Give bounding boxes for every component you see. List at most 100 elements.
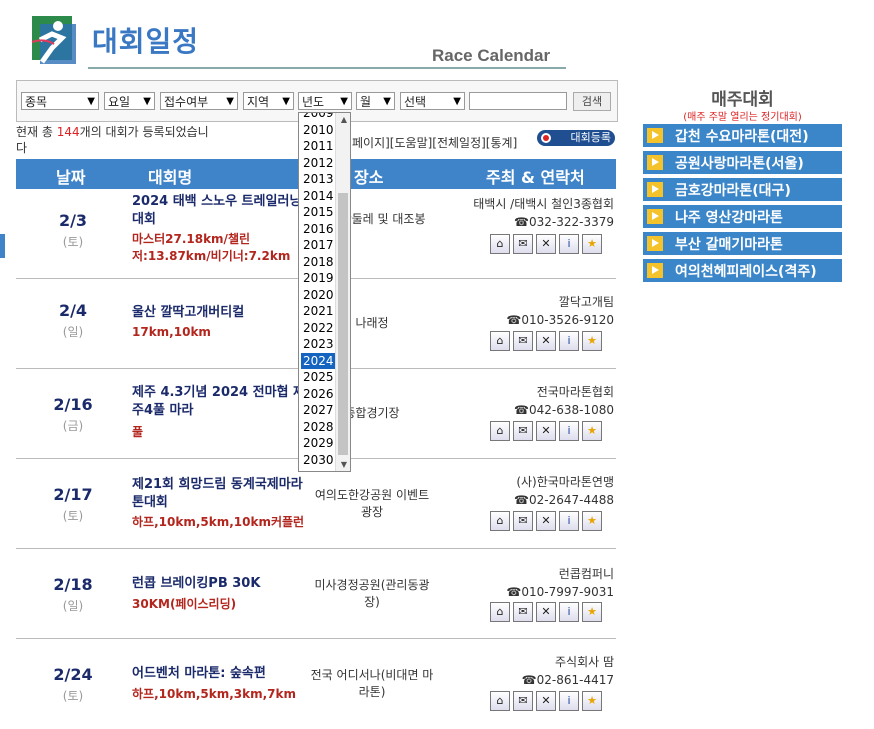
year-option[interactable]: 2029 — [301, 435, 337, 452]
event-name[interactable]: 울산 깔딱고개버티컬 — [132, 304, 310, 322]
event-date: 2/3 — [58, 211, 88, 230]
nav-links[interactable]: 페이지][도움말][전체일정][통계] — [352, 134, 517, 151]
registration-select[interactable]: 접수여부 ▼ — [160, 92, 238, 110]
year-option[interactable]: 2024 — [301, 352, 337, 369]
year-option[interactable]: 2015 — [301, 204, 337, 221]
tools-icon[interactable]: ✕ — [536, 331, 556, 351]
header-venue: 장소 — [354, 168, 384, 187]
info-icon[interactable]: i — [559, 234, 579, 254]
mail-icon[interactable]: ✉ — [513, 691, 533, 711]
event-count-status: 현재 총 144개의 대회가 등록되었습니 다 — [16, 125, 209, 155]
year-option[interactable]: 2014 — [301, 188, 337, 205]
header-organizer: 주최 & 연락처 — [486, 168, 585, 187]
title-divider — [88, 67, 566, 69]
header-name: 대회명 — [148, 168, 193, 187]
scroll-down-icon[interactable]: ▼ — [341, 460, 347, 469]
event-weekday: (일) — [62, 325, 84, 339]
tools-icon[interactable]: ✕ — [536, 511, 556, 531]
year-select[interactable]: 년도 ▼ — [298, 92, 352, 110]
year-option[interactable]: 2026 — [301, 386, 337, 403]
year-option[interactable]: 2028 — [301, 419, 337, 436]
event-name[interactable]: 어드벤처 마라톤: 숲속편 — [132, 665, 310, 683]
mail-icon[interactable]: ✉ — [513, 421, 533, 441]
scroll-up-icon[interactable]: ▲ — [341, 115, 347, 124]
weekly-race-item[interactable]: 공원사랑마라톤(서울) — [643, 151, 842, 177]
star-icon[interactable]: ★ — [582, 691, 602, 711]
weekday-select[interactable]: 요일 ▼ — [104, 92, 155, 110]
event-organizer: 깔닥고개팀 — [558, 295, 614, 309]
search-input[interactable] — [469, 92, 567, 110]
left-edge-tab — [0, 234, 5, 258]
month-select[interactable]: 월 ▼ — [356, 92, 395, 110]
home-icon[interactable]: ⌂ — [490, 234, 510, 254]
scrollbar-thumb[interactable] — [338, 193, 348, 455]
event-distance: 하프,10km,5km,3km,7km — [132, 687, 297, 701]
event-phone: ☎032-322-3379 — [514, 215, 614, 229]
weekly-race-item[interactable]: 여의천헤피레이스(격주) — [643, 259, 842, 285]
home-icon[interactable]: ⌂ — [490, 421, 510, 441]
home-icon[interactable]: ⌂ — [490, 602, 510, 622]
info-icon[interactable]: i — [559, 691, 579, 711]
event-date: 2/24 — [53, 665, 93, 684]
year-option[interactable]: 2023 — [301, 336, 337, 353]
year-option[interactable]: 2010 — [301, 122, 337, 139]
weekly-race-item[interactable]: 갑천 수요마라톤(대전) — [643, 124, 842, 150]
mail-icon[interactable]: ✉ — [513, 331, 533, 351]
mail-icon[interactable]: ✉ — [513, 511, 533, 531]
year-dropdown-list[interactable]: 2009 2010 2011 2012 2013 2014 2015 2016 2017 2018… — [298, 112, 351, 472]
home-icon[interactable]: ⌂ — [490, 511, 510, 531]
star-icon[interactable]: ★ — [582, 331, 602, 351]
year-option[interactable]: 2011 — [301, 138, 337, 155]
info-icon[interactable]: i — [559, 331, 579, 351]
year-option[interactable]: 2022 — [301, 320, 337, 337]
event-name[interactable]: 런콥 브레이킹PB 30K — [132, 575, 310, 593]
star-icon[interactable]: ★ — [582, 421, 602, 441]
star-icon[interactable]: ★ — [582, 602, 602, 622]
home-icon[interactable]: ⌂ — [490, 691, 510, 711]
event-weekday: (토) — [62, 235, 84, 249]
register-event-button[interactable]: 대회등록 — [537, 130, 615, 146]
info-icon[interactable]: i — [559, 511, 579, 531]
star-icon[interactable]: ★ — [582, 511, 602, 531]
mail-icon[interactable]: ✉ — [513, 234, 533, 254]
mail-icon[interactable]: ✉ — [513, 602, 533, 622]
weekly-race-item[interactable]: 금호강마라톤(대구) — [643, 178, 842, 204]
event-name[interactable]: 2024 태백 스노우 트레일러닝대회 — [132, 193, 310, 229]
year-option[interactable]: 2016 — [301, 221, 337, 238]
dropdown-scrollbar[interactable]: ▲ ▼ — [335, 113, 350, 471]
year-option[interactable]: 2013 — [301, 171, 337, 188]
year-option[interactable]: 2019 — [301, 270, 337, 287]
event-name[interactable]: 제21회 희망드림 동계국제마라톤대회 — [132, 476, 310, 512]
tools-icon[interactable]: ✕ — [536, 421, 556, 441]
year-option[interactable]: 2018 — [301, 254, 337, 271]
play-icon — [647, 182, 663, 197]
info-icon[interactable]: i — [559, 602, 579, 622]
year-option[interactable]: 2012 — [301, 155, 337, 172]
year-option[interactable]: 2021 — [301, 303, 337, 320]
event-name[interactable]: 제주 4.3기념 2024 전마협 제주4풀 마라 — [132, 384, 310, 420]
search-button[interactable]: 검색 — [573, 92, 611, 111]
table-row: 2/24 (토) 어드벤처 마라톤: 숲속편 하프,10km,5km,3km,7… — [16, 639, 616, 729]
year-option[interactable]: 2017 — [301, 237, 337, 254]
year-option[interactable]: 2020 — [301, 287, 337, 304]
year-option[interactable]: 2030 — [301, 452, 337, 469]
tools-icon[interactable]: ✕ — [536, 691, 556, 711]
page-title: 대회일정 — [92, 25, 200, 58]
record-icon — [541, 133, 551, 143]
weekly-race-item[interactable]: 나주 영산강마라톤 — [643, 205, 842, 231]
weekly-race-item[interactable]: 부산 갈매기마라톤 — [643, 232, 842, 258]
event-distance: 30KM(페이스리딩) — [132, 597, 237, 611]
header-date: 날짜 — [56, 168, 86, 187]
sport-select[interactable]: 종목 ▼ — [21, 92, 99, 110]
event-weekday: (토) — [62, 689, 84, 703]
year-option[interactable]: 2009 — [301, 113, 337, 122]
region-select[interactable]: 지역 ▼ — [243, 92, 294, 110]
year-option[interactable]: 2025 — [301, 369, 337, 386]
home-icon[interactable]: ⌂ — [490, 331, 510, 351]
info-icon[interactable]: i — [559, 421, 579, 441]
year-option[interactable]: 2027 — [301, 402, 337, 419]
tools-icon[interactable]: ✕ — [536, 602, 556, 622]
option-select[interactable]: 선택 ▼ — [400, 92, 465, 110]
tools-icon[interactable]: ✕ — [536, 234, 556, 254]
star-icon[interactable]: ★ — [582, 234, 602, 254]
